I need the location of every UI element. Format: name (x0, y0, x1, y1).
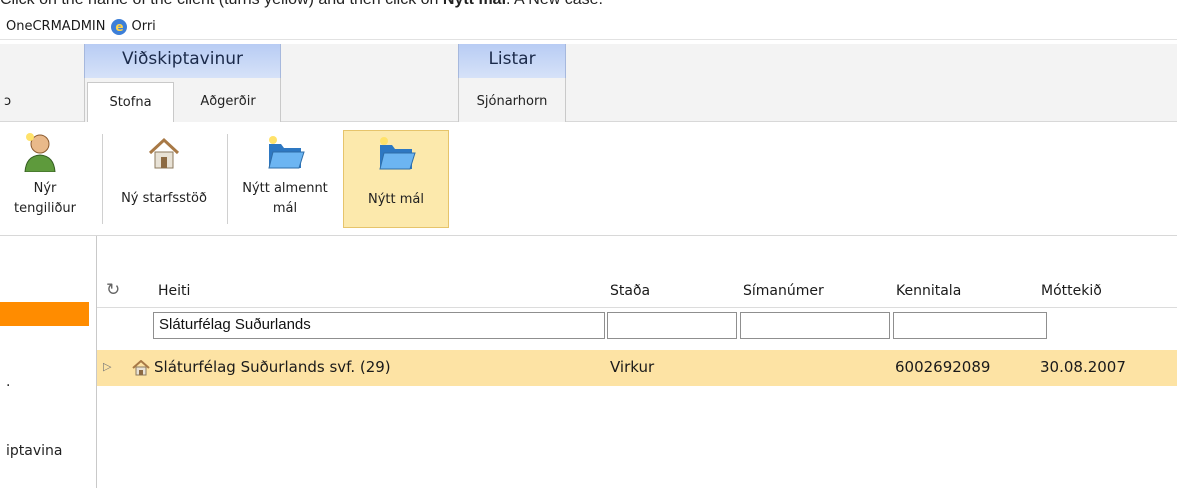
group-tab-customer[interactable]: Viðskiptavinur (84, 44, 281, 78)
row-ssn: 6002692089 (895, 358, 991, 376)
new-contact-label-2: tengiliður (14, 201, 76, 216)
column-header-received[interactable]: Móttekið (1041, 283, 1102, 299)
tab-create[interactable]: Stofna (87, 82, 174, 122)
house-icon (148, 137, 180, 169)
app-link[interactable]: OneCRMADMIN (0, 19, 105, 34)
new-station-label: Ný starfsstöð (121, 191, 207, 206)
row-name[interactable]: Sláturfélag Suðurlands svf. (29) (154, 358, 391, 376)
filter-ssn-input[interactable] (893, 312, 1047, 339)
column-header-phone[interactable]: Símanúmer (743, 283, 824, 299)
new-general-case-label-1: Nýtt almennt (242, 181, 328, 196)
column-header-ssn[interactable]: Kennitala (896, 283, 961, 299)
ribbon-tab-cut[interactable]: ɔ (4, 94, 11, 109)
ribbon-commands: Nýr tengiliður Ný starfsstöð Nýtt almenn… (0, 122, 1177, 236)
tab-views[interactable]: Sjónarhorn (460, 82, 564, 122)
expand-arrow-icon[interactable]: ▷ (103, 360, 111, 373)
filter-name-input[interactable]: Sláturfélag Suðurlands (153, 312, 605, 339)
house-icon (132, 360, 150, 376)
new-case-button[interactable]: Nýtt mál (343, 130, 449, 228)
new-folder-icon (379, 137, 416, 170)
new-general-case-button[interactable]: Nýtt almennt mál (233, 130, 337, 228)
user-link[interactable]: Orri (131, 19, 155, 34)
instruction-text: Click on the name of the client (turns y… (0, 0, 603, 13)
filter-phone-input[interactable] (740, 312, 890, 339)
ie-icon: e (111, 18, 128, 35)
new-contact-button[interactable]: Nýr tengiliður (0, 130, 90, 228)
group-tab-lists[interactable]: Listar (458, 44, 566, 78)
row-status: Virkur (610, 358, 655, 376)
new-general-case-label-2: mál (272, 201, 298, 216)
results-area: . iptavina ↻ Heiti Staða Símanúmer Kenni… (0, 236, 1177, 488)
ribbon-separator (227, 134, 228, 224)
ribbon-header: ɔ Viðskiptavinur Stofna Aðgerðir Listar … (0, 44, 1177, 122)
new-contact-label-1: Nýr (33, 181, 57, 196)
window-toolbar: OneCRMADMIN e Orri (0, 14, 1177, 40)
table-row[interactable]: ▷ Sláturfélag Suðurlands svf. (29) Virku… (97, 350, 1177, 386)
left-nav-item[interactable]: iptavina (6, 443, 62, 459)
new-folder-icon (268, 136, 305, 169)
left-nav-selected-item[interactable] (0, 302, 89, 326)
ribbon-separator (102, 134, 103, 224)
column-header-status[interactable]: Staða (610, 283, 650, 299)
left-nav-panel: . iptavina (0, 236, 97, 488)
app-link-label: OneCRMADMIN (6, 19, 106, 34)
filter-status-input[interactable] (607, 312, 737, 339)
contact-person-icon (24, 133, 56, 172)
row-received: 30.08.2007 (1040, 358, 1126, 376)
new-case-label: Nýtt mál (368, 192, 424, 207)
tab-actions[interactable]: Aðgerðir (176, 82, 280, 122)
new-station-button[interactable]: Ný starfsstöð (108, 130, 220, 228)
table-header: ↻ Heiti Staða Símanúmer Kennitala Móttek… (97, 275, 1177, 308)
refresh-icon[interactable]: ↻ (106, 280, 120, 300)
left-nav-item[interactable]: . (6, 374, 10, 390)
column-header-name[interactable]: Heiti (158, 283, 190, 299)
